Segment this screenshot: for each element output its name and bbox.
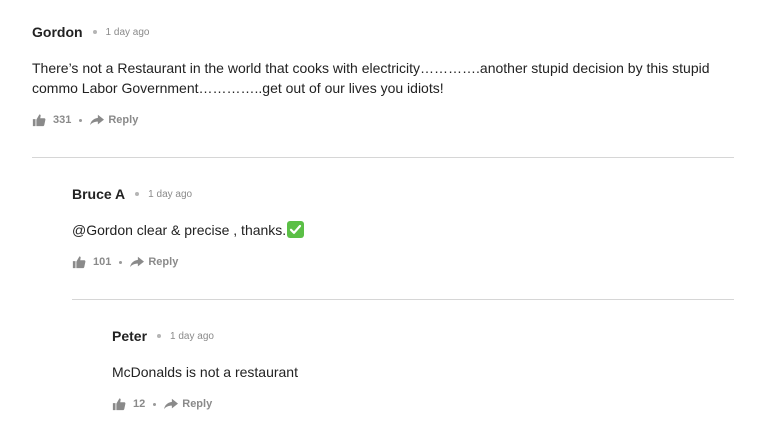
comment-author[interactable]: Gordon — [32, 24, 83, 40]
reply-arrow-icon — [130, 256, 145, 268]
like-icon[interactable] — [32, 113, 46, 127]
separator-dot — [79, 118, 83, 122]
like-icon[interactable] — [72, 255, 86, 269]
reply-arrow-icon — [164, 398, 179, 410]
like-count: 12 — [133, 398, 146, 410]
comment-divider — [72, 299, 734, 300]
comment-author[interactable]: Peter — [112, 328, 147, 344]
reply-label: Reply — [148, 256, 179, 268]
like-count: 331 — [53, 114, 72, 126]
comment-text: @Gordon clear & precise , thanks. — [72, 222, 287, 238]
separator-dot — [119, 260, 123, 264]
like-count: 101 — [93, 256, 112, 268]
check-mark-emoji-icon — [287, 221, 305, 238]
comment-timestamp[interactable]: 1 day ago — [106, 27, 150, 38]
comment-author[interactable]: Bruce A — [72, 186, 125, 202]
comment: Peter 1 day ago McDonalds is not a resta… — [112, 328, 732, 412]
reply-button[interactable]: Reply — [164, 398, 212, 410]
comment-body: @Gordon clear & precise , thanks. — [72, 220, 732, 240]
comment-header: Gordon 1 day ago — [32, 24, 732, 40]
like-icon[interactable] — [112, 397, 126, 411]
separator-dot — [153, 402, 157, 406]
reply-label: Reply — [108, 114, 139, 126]
comment-timestamp[interactable]: 1 day ago — [148, 189, 192, 200]
comment-actions: 12 Reply — [112, 396, 732, 412]
comment-body: McDonalds is not a restaurant — [112, 364, 298, 380]
comment: Bruce A 1 day ago @Gordon clear & precis… — [72, 186, 732, 270]
comment-actions: 331 Reply — [32, 112, 732, 128]
comment-timestamp[interactable]: 1 day ago — [170, 331, 214, 342]
comment-actions: 101 Reply — [72, 254, 732, 270]
reply-button[interactable]: Reply — [130, 256, 178, 268]
separator-dot — [157, 334, 162, 338]
comment-header: Peter 1 day ago — [112, 328, 732, 344]
comment-header: Bruce A 1 day ago — [72, 186, 732, 202]
comment: Gordon 1 day ago There’s not a Restauran… — [32, 24, 732, 128]
comment-body: There’s not a Restaurant in the world th… — [32, 60, 710, 96]
separator-dot — [92, 30, 97, 34]
reply-button[interactable]: Reply — [90, 114, 138, 126]
reply-arrow-icon — [90, 114, 105, 126]
comment-divider — [32, 157, 734, 158]
separator-dot — [135, 192, 140, 196]
reply-label: Reply — [182, 398, 213, 410]
